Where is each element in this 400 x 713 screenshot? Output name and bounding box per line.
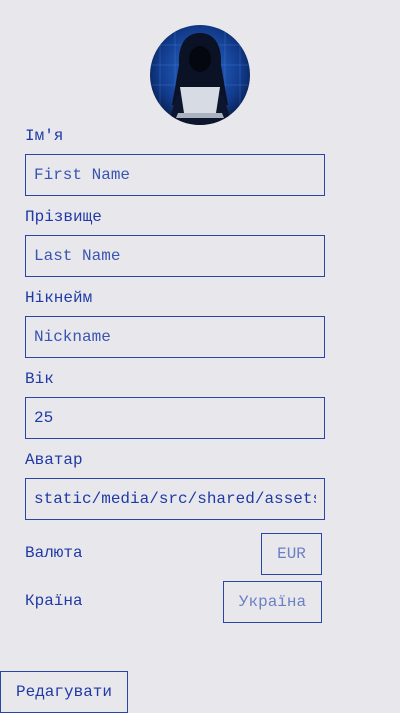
currency-value: EUR xyxy=(277,545,306,563)
age-input[interactable] xyxy=(25,397,325,439)
currency-select[interactable]: EUR xyxy=(261,533,322,575)
nickname-input[interactable] xyxy=(25,316,325,358)
first-name-input[interactable] xyxy=(25,154,325,196)
first-name-label: Ім'я xyxy=(25,127,64,145)
country-label: Країна xyxy=(25,592,83,610)
nickname-label: Нікнейм xyxy=(25,289,93,307)
country-value: Україна xyxy=(238,593,307,611)
last-name-label: Прізвище xyxy=(25,208,102,226)
hacker-avatar-image xyxy=(150,25,250,125)
avatar-url-label: Аватар xyxy=(25,451,83,469)
currency-label: Валюта xyxy=(25,544,83,562)
last-name-input[interactable] xyxy=(25,235,325,277)
avatar-url-input[interactable] xyxy=(25,478,325,520)
country-select[interactable]: Україна xyxy=(223,581,322,623)
avatar xyxy=(150,25,250,125)
age-label: Вік xyxy=(25,370,54,388)
edit-button[interactable]: Редагувати xyxy=(0,671,128,713)
